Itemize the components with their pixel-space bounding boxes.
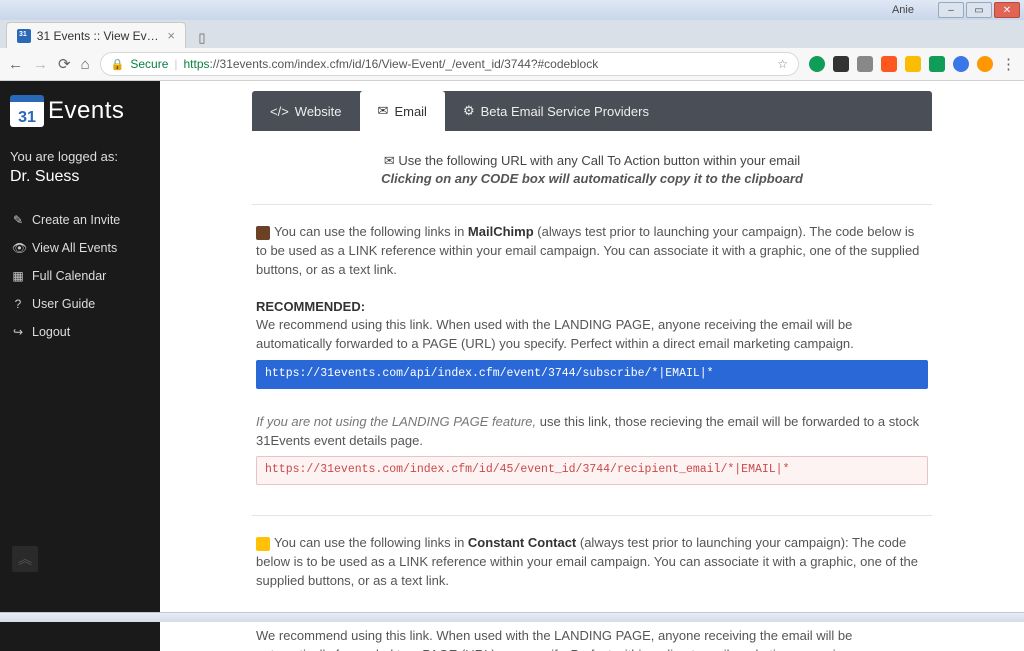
url-path: ://31events.com/index.cfm/id/16/View-Eve… — [210, 57, 599, 71]
browser-tab[interactable]: 31 Events :: View Event × — [6, 22, 186, 48]
extension-icon[interactable] — [929, 56, 945, 72]
tab-website[interactable]: </>Website — [252, 91, 360, 131]
window-maximize-button[interactable]: ▭ — [966, 2, 992, 18]
extension-icon[interactable] — [809, 56, 825, 72]
eye-icon: 👁 — [12, 241, 24, 255]
mailchimp-section: You can use the following links in MailC… — [252, 205, 932, 485]
recommended-desc: We recommend using this link. When used … — [256, 627, 928, 651]
recommended-desc: We recommend using this link. When used … — [256, 316, 928, 354]
question-icon: ? — [12, 297, 24, 311]
calendar-icon: 31 — [10, 95, 44, 127]
favicon-icon — [17, 29, 31, 43]
extension-icon[interactable] — [953, 56, 969, 72]
nav-full-calendar[interactable]: ▦Full Calendar — [10, 262, 150, 290]
nav-view-all-events[interactable]: 👁View All Events — [10, 234, 150, 262]
nav-create-invite[interactable]: ✎Create an Invite — [10, 206, 150, 234]
window-minimize-button[interactable]: – — [938, 2, 964, 18]
sidebar: 31 Events You are logged as: Dr. Suess ✎… — [0, 81, 160, 651]
app-logo[interactable]: 31 Events — [10, 95, 150, 127]
new-tab-button[interactable]: ▯ — [192, 30, 212, 48]
code-box-selected[interactable]: https://31events.com/api/index.cfm/event… — [256, 360, 928, 389]
extension-icon[interactable] — [833, 56, 849, 72]
extension-icon[interactable] — [977, 56, 993, 72]
constant-contact-icon — [256, 537, 270, 551]
constant-contact-section: You can use the following links in Const… — [252, 516, 932, 651]
browser-toolbar: ← → ⟳ ⌂ 🔒 Secure | https://31events.com/… — [0, 48, 1024, 80]
provider-name: Constant Contact — [468, 535, 576, 550]
tab-close-icon[interactable]: × — [167, 28, 175, 43]
intro-note: Clicking on any CODE box will automatica… — [262, 171, 922, 186]
menu-icon[interactable]: ⋮ — [1001, 55, 1016, 73]
logged-as-label: You are logged as: — [10, 149, 150, 164]
url-protocol: https — [184, 57, 210, 71]
code-box[interactable]: https://31events.com/index.cfm/id/45/eve… — [256, 456, 928, 485]
edit-icon: ✎ — [12, 213, 24, 227]
window-user-label: Anie — [892, 4, 914, 16]
lock-icon: 🔒 — [111, 58, 125, 71]
mailchimp-icon — [256, 226, 270, 240]
envelope-icon: ✉ — [384, 153, 395, 168]
reload-button[interactable]: ⟳ — [58, 55, 71, 73]
address-bar[interactable]: 🔒 Secure | https://31events.com/index.cf… — [100, 52, 799, 76]
recommended-label: RECOMMENDED — [256, 299, 361, 314]
nav-user-guide[interactable]: ?User Guide — [10, 290, 150, 318]
main-content: </>Website ✉Email ⚙Beta Email Service Pr… — [160, 81, 1024, 651]
window-titlebar: Anie – ▭ ✕ — [0, 0, 1024, 20]
calendar-icon: ▦ — [12, 269, 24, 283]
nav-logout[interactable]: ↪Logout — [10, 318, 150, 346]
envelope-icon: ✉ — [378, 103, 389, 119]
content-tabs: </>Website ✉Email ⚙Beta Email Service Pr… — [252, 91, 932, 131]
extension-icon[interactable] — [881, 56, 897, 72]
os-taskbar — [0, 612, 1024, 622]
forward-button[interactable]: → — [33, 56, 48, 73]
home-button[interactable]: ⌂ — [81, 56, 90, 73]
provider-name: MailChimp — [468, 224, 534, 239]
scroll-to-top-button[interactable]: ︽ — [12, 546, 38, 572]
extension-icon[interactable] — [905, 56, 921, 72]
logout-icon: ↪ — [12, 325, 24, 339]
secure-label: Secure — [130, 57, 168, 71]
code-icon: </> — [270, 104, 289, 119]
tab-beta-providers[interactable]: ⚙Beta Email Service Providers — [445, 91, 667, 131]
bookmark-star-icon[interactable]: ☆ — [777, 57, 788, 71]
tab-email[interactable]: ✉Email — [360, 91, 445, 131]
back-button[interactable]: ← — [8, 56, 23, 73]
window-close-button[interactable]: ✕ — [994, 2, 1020, 18]
intro-box: ✉ Use the following URL with any Call To… — [252, 131, 932, 205]
logo-text: Events — [48, 97, 124, 125]
username-label: Dr. Suess — [10, 168, 150, 186]
browser-chrome: Anie – ▭ ✕ 31 Events :: View Event × ▯ ←… — [0, 0, 1024, 81]
extension-icons: ⋮ — [809, 55, 1016, 73]
browser-tab-strip: 31 Events :: View Event × ▯ — [0, 20, 1024, 48]
browser-tab-title: 31 Events :: View Event — [37, 29, 162, 43]
gears-icon: ⚙ — [463, 103, 475, 119]
extension-icon[interactable] — [857, 56, 873, 72]
